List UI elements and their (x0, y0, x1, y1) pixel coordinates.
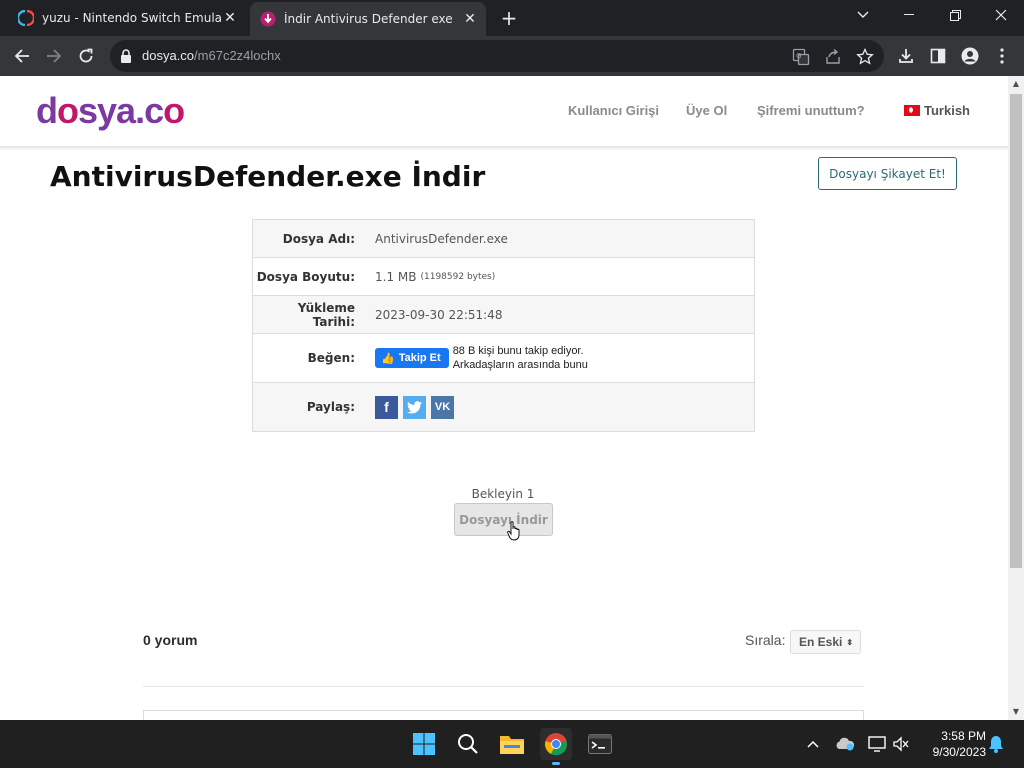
share-icon[interactable] (824, 48, 842, 66)
active-app-indicator (552, 762, 560, 765)
back-arrow-icon[interactable] (10, 44, 34, 68)
windows-taskbar: 3:58 PM 9/30/2023 (0, 720, 1024, 768)
tab-title: yuzu - Nintendo Switch Emulator (42, 11, 222, 25)
restore-button[interactable] (932, 0, 978, 30)
minimize-button[interactable] (886, 0, 932, 30)
file-info-table: Dosya Adı: AntivirusDefender.exe Dosya B… (252, 219, 755, 432)
facebook-widget: 👍 Takip Et 88 B kişi bunu takip ediyor. Ar… (365, 334, 754, 382)
site-header: dosya.co Kullanıcı Girişi Üye Ol Şifremi… (0, 76, 1008, 147)
share-buttons: f VK (365, 383, 754, 431)
nav-register-link[interactable]: Üye Ol (686, 103, 727, 118)
file-size-label: Dosya Boyutu: (256, 269, 355, 284)
side-panel-icon[interactable] (928, 46, 948, 66)
sort-dropdown[interactable]: En Eski ⬍ (790, 630, 861, 654)
browser-tab-strip: yuzu - Nintendo Switch Emulator ✕ İndir … (0, 0, 1024, 36)
close-icon[interactable]: ✕ (222, 10, 238, 26)
menu-kebab-icon[interactable] (992, 46, 1012, 66)
language-selector[interactable]: Turkish (904, 103, 970, 118)
site-logo[interactable]: dosya.co (36, 90, 185, 132)
twitter-share-icon[interactable] (403, 395, 426, 419)
scroll-down-arrow-icon[interactable]: ▼ (1008, 704, 1024, 720)
turkey-flag-icon (904, 105, 920, 116)
close-icon[interactable]: ✕ (462, 11, 478, 27)
vk-share-icon[interactable]: VK (431, 395, 454, 419)
facebook-follow-button[interactable]: 👍 Takip Et (375, 348, 449, 368)
page-scrollbar[interactable]: ▲ ▼ (1008, 76, 1024, 720)
nav-login-link[interactable]: Kullanıcı Girişi (568, 103, 659, 118)
reload-icon[interactable] (74, 44, 98, 68)
network-icon[interactable] (867, 734, 887, 754)
page-viewport: dosya.co Kullanıcı Girişi Üye Ol Şifremi… (0, 76, 1008, 720)
file-name-label: Dosya Adı: (282, 231, 355, 246)
clock-date: 9/30/2023 (932, 745, 986, 759)
download-file-button[interactable]: Dosyayı İndir (454, 503, 553, 536)
close-window-button[interactable] (978, 0, 1024, 30)
like-label: Beğen: (307, 351, 355, 365)
page-title: AntivirusDefender.exe İndir (50, 160, 486, 193)
sort-arrows-icon: ⬍ (846, 637, 854, 647)
scrollbar-thumb[interactable] (1010, 94, 1022, 568)
table-row: Dosya Adı: AntivirusDefender.exe (253, 220, 754, 258)
onedrive-cloud-icon[interactable] (835, 734, 855, 754)
chrome-icon[interactable] (540, 728, 572, 765)
sort-label: Sırala: (745, 632, 786, 648)
hand-cursor-icon (507, 521, 520, 541)
file-size-value: 1.1 MB (1198592 bytes) (375, 269, 496, 284)
table-row: Yükleme Tarihi: 2023-09-30 22:51:48 (253, 296, 754, 334)
bookmark-star-icon[interactable] (856, 48, 874, 66)
countdown-text: Bekleyin 1 (471, 487, 535, 501)
upload-date-label: Yükleme Tarihi: (297, 300, 355, 329)
facebook-follow-text: 88 B kişi bunu takip ediyor. Arkadaşların… (452, 345, 588, 371)
lock-icon (121, 49, 131, 63)
chevron-up-icon[interactable] (803, 734, 823, 754)
address-bar[interactable]: dosya.co/m67c2z4lochx G (110, 40, 884, 72)
terminal-icon[interactable] (584, 728, 616, 760)
tab-yuzu[interactable]: yuzu - Nintendo Switch Emulator ✕ (8, 0, 246, 36)
comments-divider (143, 686, 864, 687)
upload-date-value: 2023-09-30 22:51:48 (375, 307, 503, 322)
tab-search-chevron-icon[interactable] (840, 0, 886, 30)
facebook-share-icon[interactable]: f (375, 395, 398, 419)
taskbar-clock[interactable]: 3:58 PM 9/30/2023 (920, 728, 986, 760)
comments-count: 0 yorum (143, 632, 198, 648)
nav-forgot-password-link[interactable]: Şifremi unuttum? (757, 103, 865, 118)
search-icon[interactable] (452, 728, 484, 760)
table-row: Beğen: 👍 Takip Et 88 B kişi bunu takip ed… (253, 334, 754, 383)
translate-icon[interactable]: G (792, 48, 810, 66)
thumbs-up-icon: 👍 (381, 352, 395, 365)
new-tab-button[interactable]: + (498, 7, 520, 29)
file-size-bytes: (1198592 bytes) (420, 271, 496, 282)
scroll-up-arrow-icon[interactable]: ▲ (1008, 76, 1024, 92)
report-file-button[interactable]: Dosyayı Şikayet Et! (818, 157, 957, 190)
table-row: Dosya Boyutu: 1.1 MB (1198592 bytes) (253, 258, 754, 296)
profile-avatar-icon[interactable] (960, 46, 980, 66)
table-row: Paylaş: f VK (253, 383, 754, 431)
notification-bell-icon[interactable] (986, 734, 1006, 754)
download-icon[interactable] (896, 46, 916, 66)
forward-arrow-icon[interactable] (42, 44, 66, 68)
yuzu-icon (18, 10, 34, 26)
svg-text:G: G (796, 52, 801, 60)
browser-toolbar: dosya.co/m67c2z4lochx G (0, 36, 1024, 76)
file-explorer-icon[interactable] (496, 728, 528, 760)
tab-title: İndir Antivirus Defender exe (284, 12, 453, 26)
share-label: Paylaş: (306, 400, 355, 414)
comment-input-box[interactable] (143, 710, 864, 720)
file-name-value: AntivirusDefender.exe (375, 231, 508, 246)
dosya-icon (260, 11, 276, 27)
url-text: dosya.co/m67c2z4lochx (142, 48, 281, 63)
windows-start-icon[interactable] (408, 728, 440, 760)
tab-dosya[interactable]: İndir Antivirus Defender exe ✕ (250, 2, 486, 36)
volume-muted-icon[interactable] (891, 734, 911, 754)
clock-time: 3:58 PM (941, 729, 986, 743)
